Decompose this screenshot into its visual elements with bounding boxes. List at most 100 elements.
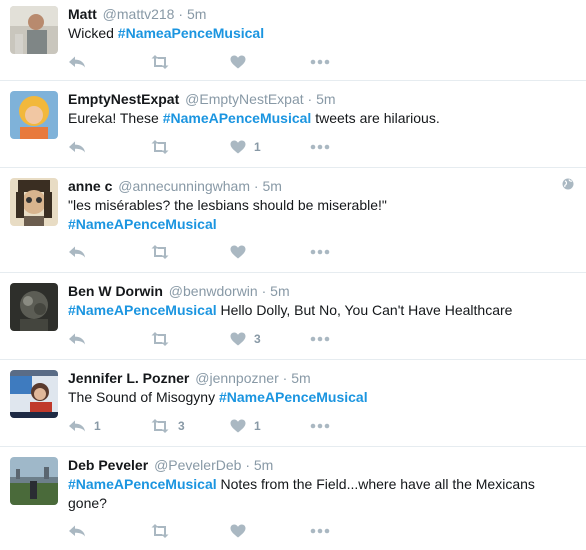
like-button[interactable]: 3 bbox=[230, 330, 310, 348]
retweet-button[interactable] bbox=[150, 330, 230, 348]
timestamp[interactable]: 5m bbox=[291, 370, 310, 386]
display-name[interactable]: Deb Peveler bbox=[68, 457, 148, 473]
timestamp[interactable]: 5m bbox=[254, 457, 273, 473]
separator: · bbox=[253, 178, 259, 194]
more-button[interactable] bbox=[310, 243, 330, 261]
reply-count: 1 bbox=[94, 419, 101, 433]
display-name[interactable]: EmptyNestExpat bbox=[68, 91, 179, 107]
avatar[interactable] bbox=[10, 6, 58, 54]
display-name[interactable]: Ben W Dorwin bbox=[68, 283, 163, 299]
hashtag-link[interactable]: #NameaPenceMusical bbox=[118, 25, 264, 41]
retweet-button[interactable] bbox=[150, 522, 230, 540]
tweet-content: EmptyNestExpat @EmptyNestExpat · 5m Eure… bbox=[68, 90, 562, 128]
tweet-header: EmptyNestExpat @EmptyNestExpat · 5m bbox=[68, 90, 562, 108]
retweet-button[interactable]: 3 bbox=[150, 417, 230, 435]
retweet-button[interactable] bbox=[150, 243, 230, 261]
tweet[interactable]: EmptyNestExpat @EmptyNestExpat · 5m Eure… bbox=[0, 81, 586, 168]
hashtag-link[interactable]: #NameAPenceMusical bbox=[163, 110, 312, 126]
timestamp[interactable]: 5m bbox=[187, 6, 206, 22]
reply-button[interactable]: 1 bbox=[68, 417, 150, 435]
globe-icon bbox=[562, 178, 574, 190]
tweet[interactable]: Ben W Dorwin @benwdorwin · 5m #NameAPenc… bbox=[0, 273, 586, 360]
timestamp[interactable]: 5m bbox=[262, 178, 281, 194]
reply-button[interactable] bbox=[68, 53, 150, 71]
timestamp[interactable]: 5m bbox=[316, 91, 335, 107]
tweet-actions bbox=[68, 53, 330, 71]
tweet-content: Ben W Dorwin @benwdorwin · 5m #NameAPenc… bbox=[68, 282, 562, 320]
tweet-header: Jennifer L. Pozner @jennpozner · 5m bbox=[68, 369, 562, 387]
heart-icon bbox=[230, 55, 246, 69]
more-button[interactable] bbox=[310, 417, 330, 435]
like-count: 1 bbox=[254, 419, 261, 433]
tweet-content: anne c @annecunningwham · 5m "les miséra… bbox=[68, 177, 562, 234]
reply-button[interactable] bbox=[68, 138, 150, 156]
username[interactable]: @mattv218 bbox=[103, 6, 175, 22]
tweet-content: Deb Peveler @PevelerDeb · 5m #NameAPence… bbox=[68, 456, 562, 513]
username[interactable]: @annecunningwham bbox=[118, 178, 250, 194]
more-icon bbox=[310, 144, 330, 150]
more-icon bbox=[310, 249, 330, 255]
tweet-header: Deb Peveler @PevelerDeb · 5m bbox=[68, 456, 562, 474]
avatar[interactable] bbox=[10, 283, 58, 331]
reply-icon bbox=[69, 56, 85, 68]
reply-icon bbox=[69, 246, 85, 258]
timestamp[interactable]: 5m bbox=[270, 283, 289, 299]
tweet-actions bbox=[68, 522, 330, 540]
reply-icon bbox=[69, 420, 85, 432]
username[interactable]: @EmptyNestExpat bbox=[185, 91, 303, 107]
retweet-button[interactable] bbox=[150, 53, 230, 71]
like-button[interactable] bbox=[230, 522, 310, 540]
retweet-icon bbox=[151, 332, 169, 346]
separator: · bbox=[282, 370, 288, 386]
like-button[interactable]: 1 bbox=[230, 417, 310, 435]
tweet-text-part: The Sound of Misogyny bbox=[68, 389, 219, 405]
hashtag-link[interactable]: #NameAPenceMusical bbox=[68, 215, 562, 234]
tweet-actions: 3 bbox=[68, 330, 330, 348]
retweet-icon bbox=[151, 140, 169, 154]
hashtag-link[interactable]: #NameAPenceMusical bbox=[68, 302, 217, 318]
username[interactable]: @jennpozner bbox=[195, 370, 279, 386]
hashtag-link[interactable]: #NameAPenceMusical bbox=[68, 476, 217, 492]
like-count: 3 bbox=[254, 332, 261, 346]
like-count: 1 bbox=[254, 140, 261, 154]
heart-icon bbox=[230, 245, 246, 259]
tweet-text-part: Notes from the Field...where have all th… bbox=[216, 476, 535, 492]
more-button[interactable] bbox=[310, 330, 330, 348]
tweet[interactable]: Jennifer L. Pozner @jennpozner · 5m The … bbox=[0, 360, 586, 447]
like-button[interactable] bbox=[230, 243, 310, 261]
avatar[interactable] bbox=[10, 370, 58, 418]
tweet-text-part: Eureka! These bbox=[68, 110, 163, 126]
tweet-content: Matt @mattv218 · 5m Wicked #NameaPenceMu… bbox=[68, 5, 562, 43]
avatar[interactable] bbox=[10, 178, 58, 226]
display-name[interactable]: Jennifer L. Pozner bbox=[68, 370, 189, 386]
reply-icon bbox=[69, 141, 85, 153]
like-button[interactable]: 1 bbox=[230, 138, 310, 156]
retweet-button[interactable] bbox=[150, 138, 230, 156]
more-button[interactable] bbox=[310, 53, 330, 71]
tweet-content: Jennifer L. Pozner @jennpozner · 5m The … bbox=[68, 369, 562, 407]
reply-icon bbox=[69, 525, 85, 537]
more-button[interactable] bbox=[310, 138, 330, 156]
tweet-header: Ben W Dorwin @benwdorwin · 5m bbox=[68, 282, 562, 300]
tweet[interactable]: Matt @mattv218 · 5m Wicked #NameaPenceMu… bbox=[0, 0, 586, 81]
retweet-icon bbox=[151, 524, 169, 538]
reply-icon bbox=[69, 333, 85, 345]
more-icon bbox=[310, 423, 330, 429]
avatar[interactable] bbox=[10, 91, 58, 139]
hashtag-link[interactable]: #NameAPenceMusical bbox=[219, 389, 368, 405]
like-button[interactable] bbox=[230, 53, 310, 71]
reply-button[interactable] bbox=[68, 330, 150, 348]
username[interactable]: @benwdorwin bbox=[169, 283, 258, 299]
display-name[interactable]: Matt bbox=[68, 6, 97, 22]
avatar[interactable] bbox=[10, 457, 58, 505]
more-icon bbox=[310, 59, 330, 65]
tweet[interactable]: anne c @annecunningwham · 5m "les miséra… bbox=[0, 168, 586, 273]
display-name[interactable]: anne c bbox=[68, 178, 112, 194]
tweet-text: Wicked #NameaPenceMusical bbox=[68, 24, 562, 43]
tweet[interactable]: Deb Peveler @PevelerDeb · 5m #NameAPence… bbox=[0, 447, 586, 550]
more-button[interactable] bbox=[310, 522, 330, 540]
reply-button[interactable] bbox=[68, 522, 150, 540]
reply-button[interactable] bbox=[68, 243, 150, 261]
retweet-icon bbox=[151, 55, 169, 69]
username[interactable]: @PevelerDeb bbox=[154, 457, 241, 473]
